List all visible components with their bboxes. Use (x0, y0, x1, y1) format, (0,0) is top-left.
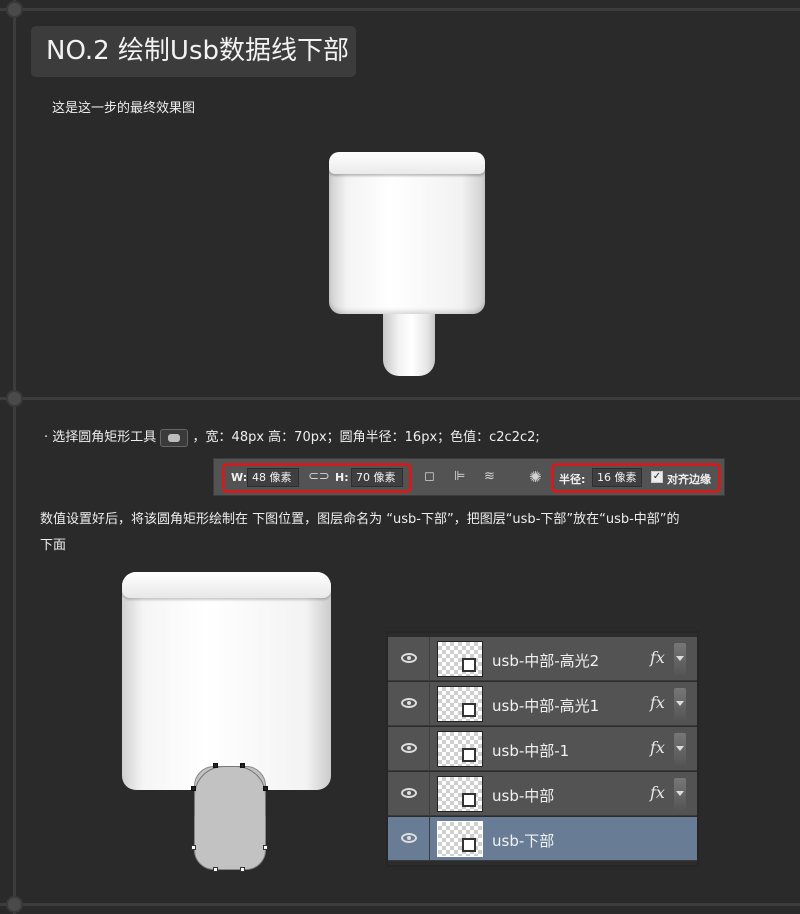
left-rail (13, 0, 16, 914)
radius-label: 半径: (559, 473, 586, 486)
align-edges-checkbox[interactable]: ✓ (651, 471, 663, 483)
visibility-cell[interactable] (388, 682, 430, 726)
intro-text: 这是这一步的最终效果图 (52, 101, 196, 116)
layer-row[interactable]: usb-中部-高光1 fx (388, 682, 697, 726)
path-anchor[interactable] (240, 867, 245, 872)
effects-expand-icon[interactable] (674, 643, 686, 675)
visibility-cell[interactable] (388, 772, 430, 816)
width-input[interactable]: 48 像素 (247, 468, 299, 487)
layer-row[interactable]: usb-中部-高光2 fx (388, 637, 697, 681)
visibility-cell[interactable] (388, 727, 430, 771)
shape-thumbnail-icon (462, 748, 476, 762)
layer-thumbnail (437, 821, 483, 857)
usb-body-diagram (122, 572, 331, 790)
layer-thumbnail (437, 731, 483, 767)
path-anchor[interactable] (213, 763, 218, 768)
eye-icon[interactable] (401, 833, 417, 843)
path-anchor[interactable] (213, 867, 218, 872)
path-alignment-icon[interactable]: ⊫ (454, 469, 465, 485)
link-icon[interactable]: ⊂⊃ (308, 469, 330, 485)
height-label: H: (335, 471, 349, 484)
effects-expand-icon[interactable] (674, 688, 686, 720)
shape-thumbnail-icon (462, 838, 476, 852)
layer-row[interactable]: usb-中部 fx (388, 772, 697, 816)
shape-thumbnail-icon (462, 793, 476, 807)
shape-path-outline (194, 766, 266, 816)
radius-input[interactable]: 16 像素 (592, 468, 642, 487)
fx-icon[interactable]: fx (650, 648, 665, 667)
bottom-divider (0, 903, 800, 906)
visibility-cell[interactable] (388, 817, 430, 861)
path-anchor[interactable] (263, 786, 268, 791)
eye-icon[interactable] (401, 743, 417, 753)
path-anchor[interactable] (191, 845, 196, 850)
visibility-cell[interactable] (388, 637, 430, 681)
eye-icon[interactable] (401, 788, 417, 798)
shape-thumbnail-icon (462, 703, 476, 717)
layer-name: usb-中部 (492, 787, 555, 805)
layer-thumbnail (437, 776, 483, 812)
middle-divider (0, 397, 800, 400)
path-anchor[interactable] (191, 786, 196, 791)
path-anchor[interactable] (240, 763, 245, 768)
layer-name: usb-下部 (492, 832, 555, 850)
timeline-node-middle (6, 390, 23, 407)
instruction-prefix: · 选择圆角矩形工具 (44, 430, 157, 445)
effects-expand-icon[interactable] (674, 778, 686, 810)
shape-thumbnail-icon (462, 658, 476, 672)
layer-name: usb-中部-高光2 (492, 652, 600, 670)
note-line-1: 数值设置好后，将该圆角矩形绘制在 下图位置，图层命名为 “usb-下部”，把图层… (40, 512, 680, 527)
usb-body-preview (329, 152, 485, 314)
eye-icon[interactable] (401, 653, 417, 663)
width-label: W: (231, 471, 248, 484)
timeline-node-bottom (6, 896, 23, 913)
path-anchor[interactable] (263, 845, 268, 850)
instruction-suffix: ，宽：48px 高：70px；圆角半径：16px；色值：c2c2c2; (192, 430, 540, 445)
timeline-node-top (6, 1, 23, 18)
fx-icon[interactable]: fx (650, 738, 665, 757)
rounded-rectangle-tool-icon (160, 428, 189, 447)
usb-cap-diagram (122, 572, 331, 598)
effects-expand-icon[interactable] (674, 733, 686, 765)
note-line-2: 下面 (40, 538, 67, 553)
fx-icon[interactable]: fx (650, 693, 665, 712)
path-operations-icon[interactable]: ◻ (424, 469, 435, 485)
layer-row[interactable]: usb-中部-1 fx (388, 727, 697, 771)
layer-thumbnail (437, 641, 483, 677)
top-divider (0, 8, 800, 11)
step-title: NO.2 绘制Usb数据线下部 (31, 26, 356, 77)
height-input[interactable]: 70 像素 (351, 468, 403, 487)
path-arrangement-icon[interactable]: ≋ (484, 469, 495, 485)
layer-row-selected[interactable]: usb-下部 (388, 817, 697, 861)
layer-name: usb-中部-高光1 (492, 697, 600, 715)
usb-cap-preview (329, 152, 485, 174)
eye-icon[interactable] (401, 698, 417, 708)
layer-thumbnail (437, 686, 483, 722)
fx-icon[interactable]: fx (650, 783, 665, 802)
align-edges-label: 对齐边缘 (667, 473, 711, 486)
layer-name: usb-中部-1 (492, 742, 570, 760)
shape-options-bar: W: 48 像素 ⊂⊃ H: 70 像素 ◻ ⊫ ≋ ✺ 半径: 16 像素 ✓… (213, 458, 725, 496)
instruction-line: · 选择圆角矩形工具 ，宽：48px 高：70px；圆角半径：16px；色值：c… (44, 424, 540, 452)
layers-panel: usb-中部-高光2 fx usb-中部-高光1 fx usb-中部-1 fx … (386, 631, 699, 867)
gear-icon[interactable]: ✺ (529, 469, 542, 485)
